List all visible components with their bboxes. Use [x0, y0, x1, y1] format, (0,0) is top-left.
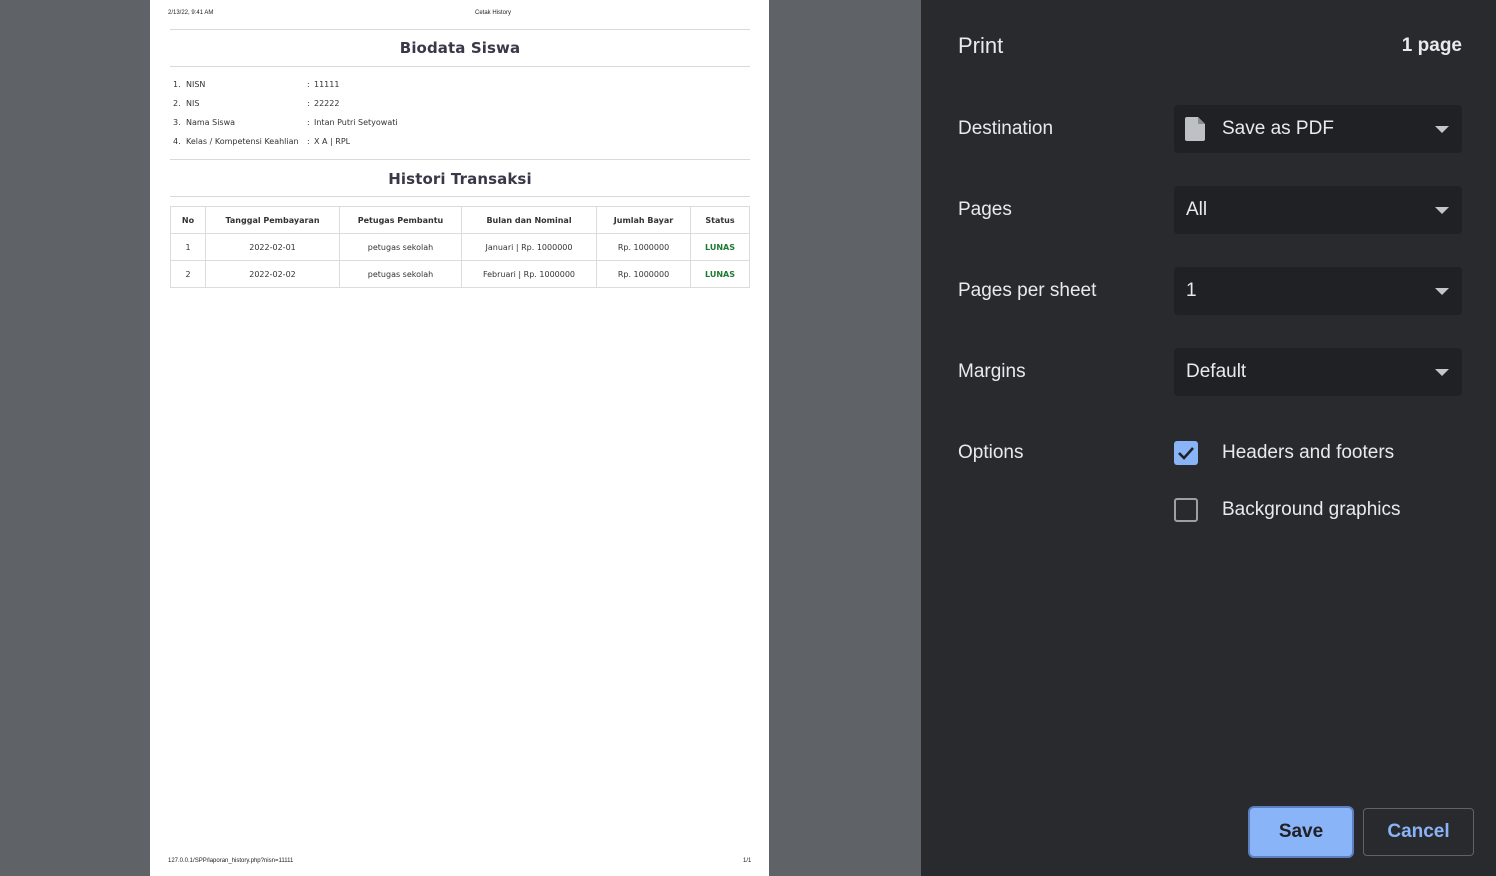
headers-footers-label[interactable]: Headers and footers: [1222, 442, 1394, 464]
column-header: Tanggal Pembayaran: [205, 206, 340, 234]
field-label: Kelas / Kompetensi Keahlian: [186, 137, 299, 146]
divider: [170, 159, 750, 160]
preview-page: 2/13/22, 9:41 AM Cetak History Biodata S…: [150, 0, 769, 876]
destination-select[interactable]: Save as PDF: [1174, 105, 1462, 153]
colon: :: [307, 80, 310, 89]
table-row: 2 2022-02-02 petugas sekolah Februari | …: [170, 260, 750, 288]
table-cell: Rp. 1000000: [596, 233, 691, 261]
column-header: Petugas Pembantu: [339, 206, 462, 234]
pages-per-sheet-select[interactable]: 1: [1174, 267, 1462, 315]
biodata-heading: Biodata Siswa: [399, 39, 521, 57]
status-cell: LUNAS: [690, 260, 750, 288]
field-label: NISN: [186, 80, 206, 89]
headers-footers-checkbox[interactable]: [1174, 441, 1198, 465]
table-cell: 2022-02-01: [205, 233, 340, 261]
colon: :: [307, 99, 310, 108]
divider: [170, 196, 750, 197]
column-header: Status: [690, 206, 750, 234]
colon: :: [307, 118, 310, 127]
field-label: NIS: [186, 99, 200, 108]
chevron-down-icon: [1435, 126, 1449, 133]
pages-per-sheet-label: Pages per sheet: [958, 280, 1097, 301]
pages-select[interactable]: All: [1174, 186, 1462, 234]
footer-page-number: 1/1: [743, 858, 752, 864]
table-header-row: No Tanggal Pembayaran Petugas Pembantu B…: [170, 206, 750, 234]
destination-value: Save as PDF: [1222, 118, 1334, 139]
status-cell: LUNAS: [690, 233, 750, 261]
destination-label: Destination: [958, 118, 1054, 139]
row-number: 3.: [173, 118, 181, 127]
table-cell: 1: [170, 233, 206, 261]
table-cell: Rp. 1000000: [596, 260, 691, 288]
column-header: No: [170, 206, 206, 234]
background-graphics-label[interactable]: Background graphics: [1222, 499, 1401, 521]
field-value: 11111: [314, 80, 340, 89]
divider: [170, 29, 750, 30]
divider: [170, 66, 750, 67]
margins-value: Default: [1186, 361, 1247, 382]
page-count: 1 page: [1401, 35, 1462, 56]
pages-value: All: [1186, 199, 1208, 220]
margins-label: Margins: [958, 361, 1026, 382]
file-icon: [1185, 117, 1205, 141]
row-number: 1.: [173, 80, 181, 89]
table-cell: petugas sekolah: [339, 260, 462, 288]
colon: :: [307, 137, 310, 146]
table-cell: Januari | Rp. 1000000: [461, 233, 597, 261]
header-title: Cetak History: [475, 10, 512, 16]
column-header: Bulan dan Nominal: [461, 206, 597, 234]
row-number: 2.: [173, 99, 181, 108]
table-cell: Februari | Rp. 1000000: [461, 260, 597, 288]
header-date: 2/13/22, 9:41 AM: [168, 10, 214, 16]
margins-select[interactable]: Default: [1174, 348, 1462, 396]
chevron-down-icon: [1435, 207, 1449, 214]
options-label: Options: [958, 442, 1024, 463]
chevron-down-icon: [1435, 288, 1449, 295]
print-preview-area: 2/13/22, 9:41 AM Cetak History Biodata S…: [0, 0, 921, 876]
table-cell: 2022-02-02: [205, 260, 340, 288]
field-value: Intan Putri Setyowati: [314, 118, 398, 127]
table-row: 1 2022-02-01 petugas sekolah Januari | R…: [170, 233, 750, 261]
column-header: Jumlah Bayar: [596, 206, 691, 234]
field-value: X A | RPL: [314, 137, 351, 146]
pages-label: Pages: [958, 199, 1012, 220]
print-settings-panel: Print 1 page Destination Save as PDF Pag…: [921, 0, 1496, 876]
chevron-down-icon: [1435, 369, 1449, 376]
background-graphics-checkbox[interactable]: [1174, 498, 1198, 522]
table-cell: 2: [170, 260, 206, 288]
panel-title: Print: [958, 33, 1004, 58]
row-number: 4.: [173, 137, 181, 146]
history-heading: Histori Transaksi: [388, 170, 532, 188]
checkmark-icon: [1178, 447, 1194, 460]
table-cell: petugas sekolah: [339, 233, 462, 261]
field-value: 22222: [314, 99, 340, 108]
save-button[interactable]: Save: [1250, 808, 1352, 856]
cancel-button[interactable]: Cancel: [1363, 808, 1474, 856]
pages-per-sheet-value: 1: [1186, 280, 1197, 301]
transaction-table: No Tanggal Pembayaran Petugas Pembantu B…: [170, 206, 750, 288]
field-label: Nama Siswa: [186, 118, 236, 127]
footer-url: 127.0.0.1/SPP/laporan_history.php?nisn=1…: [168, 858, 294, 864]
